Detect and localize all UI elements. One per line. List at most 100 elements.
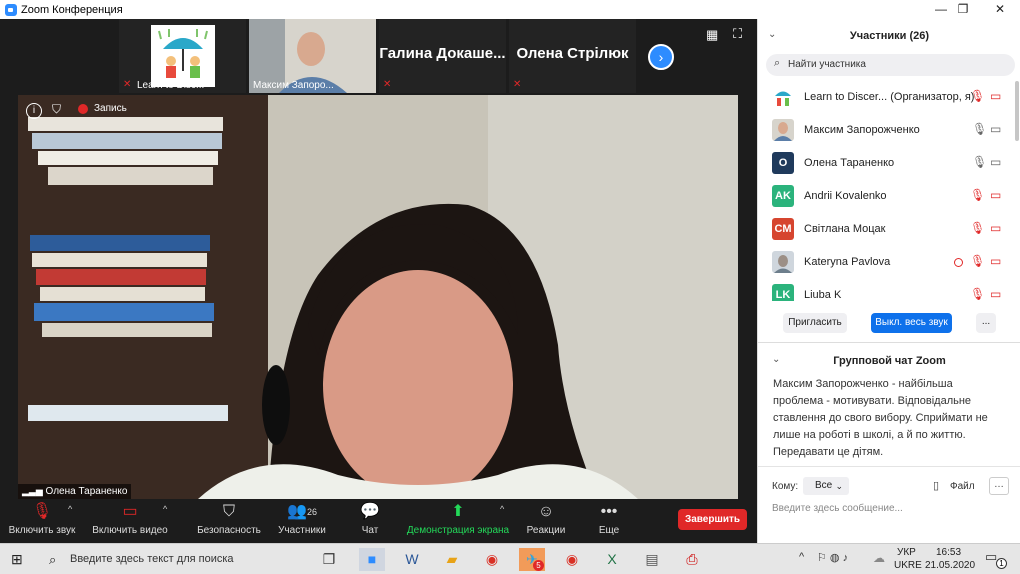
onedrive-icon[interactable]: ☁ (873, 551, 885, 565)
file-icon[interactable]: ▯ (933, 479, 939, 492)
mic-icon[interactable]: 🎙 (972, 122, 987, 136)
video-off-icon[interactable]: ▭ (990, 221, 1001, 235)
clock-date[interactable]: 21.05.2020 (925, 560, 975, 571)
search-icon: ⌕ (774, 57, 781, 69)
share-screen-icon: ⬆ (451, 503, 465, 520)
taskbar-search-input[interactable]: Введите здесь текст для поиска (70, 553, 234, 565)
avatar: CM (772, 218, 794, 240)
participant-row[interactable]: AK Andrii Kovalenko 🎙 ▭ (758, 180, 1020, 213)
thumbnail-olena-striliuk[interactable]: Олена Стрілюк ✕ (509, 19, 636, 93)
muted-mic-icon[interactable]: 🎙 (970, 221, 985, 235)
start-video-button[interactable]: ▭ Включить видео (92, 503, 168, 536)
zoom-app-icon[interactable]: ■ (359, 548, 385, 571)
video-icon[interactable]: ▭ (990, 155, 1001, 169)
language-bottom[interactable]: UKRE (894, 560, 922, 571)
info-icon[interactable]: i (26, 103, 42, 119)
main-video: i ⛉ Запись ▂▃▅ Олена Тараненко (18, 95, 738, 499)
participant-search-box[interactable]: ⌕ Найти участника (766, 54, 1015, 76)
mute-all-button[interactable]: Выкл. весь звук (871, 313, 952, 333)
windows-start-icon[interactable]: ⊞ (11, 551, 23, 568)
notification-count: 1 (996, 558, 1007, 569)
audio-options-caret-icon[interactable]: ^ (68, 504, 72, 514)
participant-row[interactable]: LK Liuba K 🎙 ▭ (758, 279, 1020, 301)
avatar: О (772, 152, 794, 174)
search-input[interactable]: Найти участника (788, 59, 866, 70)
video-off-icon[interactable]: ▭ (990, 254, 1001, 268)
search-icon: ⌕ (49, 552, 57, 567)
language-top[interactable]: УКР (897, 547, 916, 558)
more-button[interactable]: ••• Еще (594, 503, 624, 536)
participant-row[interactable]: Kateryna Pavlova 🎙 ▭ (758, 246, 1020, 279)
participant-name: Andrii Kovalenko (804, 190, 887, 202)
video-off-icon[interactable]: ▭ (990, 287, 1001, 301)
participants-scrollbar[interactable] (1015, 81, 1019, 141)
invite-button[interactable]: Пригласить (783, 313, 847, 333)
signal-bars-icon: ▂▃▅ (22, 486, 43, 496)
fullscreen-icon[interactable]: ⛶ (733, 26, 742, 42)
maximize-button[interactable]: ❐ (943, 0, 983, 19)
meeting-area: ✕ Learn to Disc... Максим Запоро... Гали… (0, 19, 757, 543)
task-view-icon[interactable]: ❐ (316, 548, 342, 571)
muted-mic-icon[interactable]: 🎙 (970, 287, 985, 301)
video-off-icon[interactable]: ▭ (990, 188, 1001, 202)
recipient-select[interactable]: Все ⌄ (803, 477, 849, 495)
chat-title: Групповой чат Zoom (833, 355, 946, 367)
participants-button[interactable]: 👥26 Участники (276, 503, 328, 536)
app-icon[interactable]: ▤ (639, 548, 665, 571)
recording-dot-icon (78, 104, 88, 114)
thumbnail-halyna[interactable]: Галина Докаше... ✕ (379, 19, 506, 93)
participant-row[interactable]: CM Світлана Моцак 🎙 ▭ (758, 213, 1020, 246)
thumbnail-maksym[interactable]: Максим Запоро... (249, 19, 376, 93)
video-icon[interactable]: ▭ (990, 122, 1001, 136)
pdf-icon[interactable]: ⎙ (679, 548, 705, 571)
chrome-profile-icon[interactable]: ◉ (559, 548, 585, 571)
message-input[interactable]: Введите здесь сообщение... (772, 503, 903, 514)
system-tray-icons[interactable]: ⚐ ◍ ♪ (817, 551, 848, 564)
participant-name: Liuba K (804, 289, 842, 301)
security-button[interactable]: ⛉ Безопасность (196, 503, 262, 536)
clock-time[interactable]: 16:53 (936, 547, 961, 558)
chat-more-button[interactable]: … (989, 477, 1009, 495)
share-screen-button[interactable]: ⬆ Демонстрация экрана (406, 503, 510, 536)
muted-mic-icon[interactable]: 🎙 (970, 89, 985, 103)
avatar: LK (772, 284, 794, 301)
file-button[interactable]: Файл (950, 481, 975, 492)
share-options-caret-icon[interactable]: ^ (500, 504, 504, 514)
mic-icon[interactable]: 🎙 (972, 155, 987, 169)
participant-row[interactable]: О Олена Тараненко 🎙 ▭ (758, 147, 1020, 180)
thumbnail-organizer[interactable]: ✕ Learn to Disc... (119, 19, 246, 93)
participant-row[interactable]: Максим Запорожченко 🎙 ▭ (758, 114, 1020, 147)
muted-mic-icon: ✕ (123, 79, 132, 90)
participants-more-button[interactable]: ... (976, 313, 996, 333)
muted-mic-icon: ✕ (383, 79, 392, 90)
speaker-name-tag: ▂▃▅ Олена Тараненко (18, 484, 132, 499)
participant-name: Kateryna Pavlova (804, 256, 891, 268)
video-off-icon[interactable]: ▭ (990, 89, 1001, 103)
avatar (772, 86, 794, 108)
more-dots-icon: ••• (600, 503, 618, 520)
end-meeting-button[interactable]: Завершить (678, 509, 747, 530)
participant-row[interactable]: Learn to Discer... (Организатор, я) 🎙 ▭ (758, 81, 1020, 114)
next-page-arrow-icon[interactable]: › (648, 44, 674, 70)
chat-button[interactable]: 💬 Чат (354, 503, 386, 536)
close-button[interactable]: ✕ (980, 0, 1020, 19)
word-icon[interactable]: W (399, 548, 425, 571)
shield-icon: ⛉ (222, 503, 235, 520)
participant-name: Олена Тараненко (804, 157, 895, 169)
muted-mic-icon[interactable]: 🎙 (970, 188, 985, 202)
file-explorer-icon[interactable]: ▰ (439, 548, 465, 571)
gallery-view-icon[interactable]: ▦ (706, 27, 718, 43)
muted-mic-icon[interactable]: 🎙 (970, 254, 985, 268)
recording-indicator-icon (954, 258, 963, 267)
unmute-button[interactable]: 🎙 Включить звук (8, 503, 76, 536)
excel-icon[interactable]: X (599, 548, 625, 571)
participants-icon: 👥26 (287, 503, 317, 520)
participant-name: Learn to Discer... (Организатор, я) (804, 91, 975, 103)
to-label: Кому: (772, 481, 799, 492)
video-options-caret-icon[interactable]: ^ (163, 504, 167, 514)
shield-icon[interactable]: ⛉ (52, 102, 61, 117)
reactions-button[interactable]: ☺ Реакции (526, 503, 566, 536)
meeting-toolbar: 🎙 Включить звук ^ ▭ Включить видео ^ ⛉ Безо… (0, 499, 757, 543)
tray-caret-icon[interactable]: ^ (799, 551, 804, 563)
chrome-icon[interactable]: ◉ (479, 548, 505, 571)
